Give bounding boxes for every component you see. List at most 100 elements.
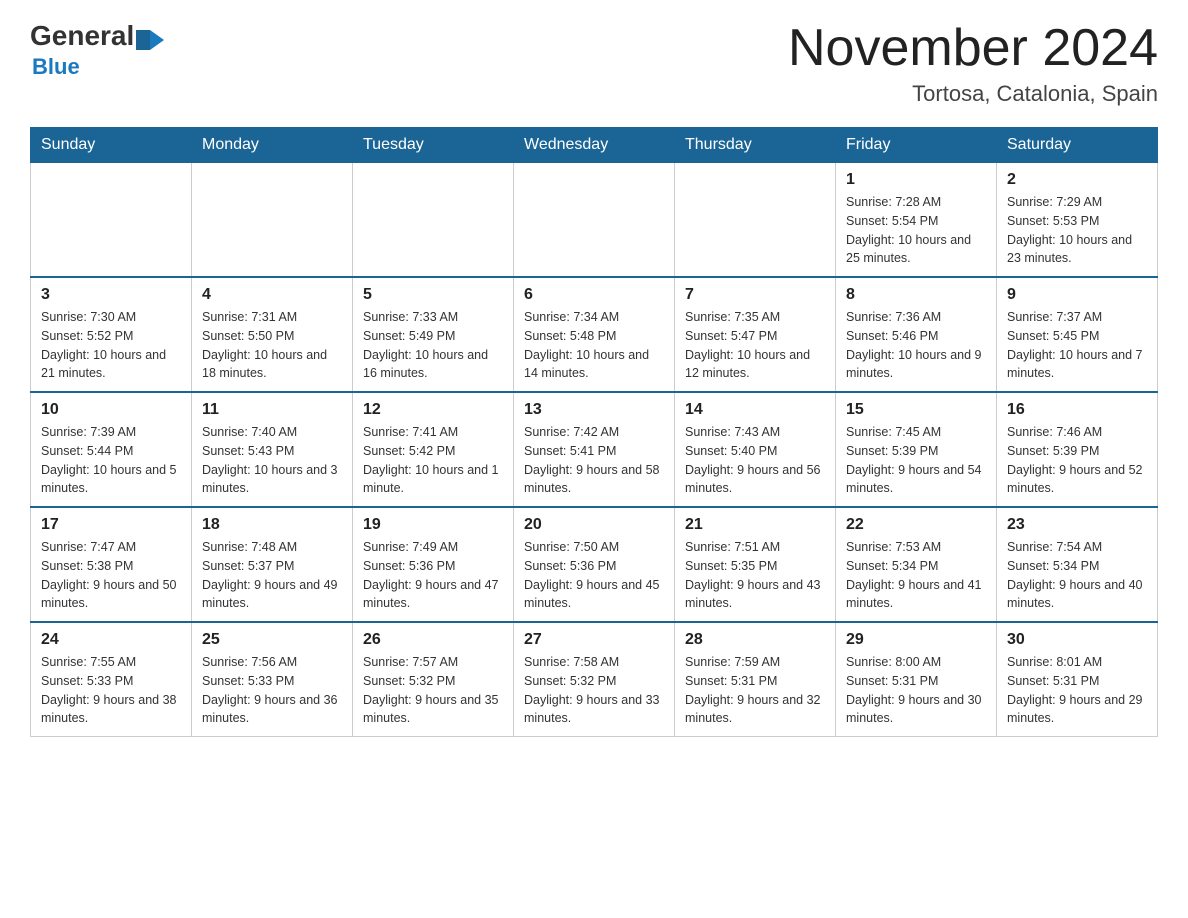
day-info: Sunrise: 7:30 AM Sunset: 5:52 PM Dayligh… — [41, 308, 181, 383]
calendar-cell: 28 Sunrise: 7:59 AM Sunset: 5:31 PM Dayli… — [675, 622, 836, 737]
calendar-cell — [675, 163, 836, 278]
day-of-week-header: Monday — [192, 128, 353, 163]
day-info: Sunrise: 7:46 AM Sunset: 5:39 PM Dayligh… — [1007, 423, 1147, 498]
day-number: 18 — [202, 516, 342, 534]
day-number: 9 — [1007, 286, 1147, 304]
calendar-cell: 15Sunrise: 7:45 AM Sunset: 5:39 PM Dayli… — [836, 392, 997, 507]
day-info: Sunrise: 7:54 AM Sunset: 5:34 PM Dayligh… — [1007, 538, 1147, 613]
day-number: 22 — [846, 516, 986, 534]
day-info: Sunrise: 7:39 AM Sunset: 5:44 PM Dayligh… — [41, 423, 181, 498]
calendar-cell: 21 Sunrise: 7:51 AM Sunset: 5:35 PM Dayli… — [675, 507, 836, 622]
calendar-cell: 18 Sunrise: 7:48 AM Sunset: 5:37 PM Dayli… — [192, 507, 353, 622]
day-info: Sunrise: 7:57 AM Sunset: 5:32 PM Dayligh… — [363, 653, 503, 728]
calendar-cell: 19 Sunrise: 7:49 AM Sunset: 5:36 PM Dayli… — [353, 507, 514, 622]
day-number: 14 — [685, 401, 825, 419]
day-of-week-header: Wednesday — [514, 128, 675, 163]
day-info: Sunrise: 7:43 AM Sunset: 5:40 PM Dayligh… — [685, 423, 825, 498]
day-of-week-header: Tuesday — [353, 128, 514, 163]
calendar-week-row: 24Sunrise: 7:55 AM Sunset: 5:33 PM Dayli… — [31, 622, 1158, 737]
calendar-cell: 25Sunrise: 7:56 AM Sunset: 5:33 PM Dayli… — [192, 622, 353, 737]
calendar-week-row: 1 Sunrise: 7:28 AM Sunset: 5:54 PM Daylig… — [31, 163, 1158, 278]
day-info: Sunrise: 7:42 AM Sunset: 5:41 PM Dayligh… — [524, 423, 664, 498]
day-info: Sunrise: 7:41 AM Sunset: 5:42 PM Dayligh… — [363, 423, 503, 498]
day-info: Sunrise: 7:49 AM Sunset: 5:36 PM Dayligh… — [363, 538, 503, 613]
calendar-cell: 12Sunrise: 7:41 AM Sunset: 5:42 PM Dayli… — [353, 392, 514, 507]
day-info: Sunrise: 7:34 AM Sunset: 5:48 PM Dayligh… — [524, 308, 664, 383]
calendar-cell: 11 Sunrise: 7:40 AM Sunset: 5:43 PM Dayli… — [192, 392, 353, 507]
day-info: Sunrise: 7:29 AM Sunset: 5:53 PM Dayligh… — [1007, 193, 1147, 268]
day-number: 1 — [846, 171, 986, 189]
day-number: 4 — [202, 286, 342, 304]
day-number: 3 — [41, 286, 181, 304]
day-info: Sunrise: 8:01 AM Sunset: 5:31 PM Dayligh… — [1007, 653, 1147, 728]
day-info: Sunrise: 7:51 AM Sunset: 5:35 PM Dayligh… — [685, 538, 825, 613]
day-number: 8 — [846, 286, 986, 304]
page-header: General Blue November 2024 Tortosa, Cata… — [30, 20, 1158, 107]
day-info: Sunrise: 7:47 AM Sunset: 5:38 PM Dayligh… — [41, 538, 181, 613]
day-info: Sunrise: 7:58 AM Sunset: 5:32 PM Dayligh… — [524, 653, 664, 728]
calendar-cell: 6 Sunrise: 7:34 AM Sunset: 5:48 PM Daylig… — [514, 277, 675, 392]
calendar-cell — [514, 163, 675, 278]
day-number: 11 — [202, 401, 342, 419]
day-info: Sunrise: 7:37 AM Sunset: 5:45 PM Dayligh… — [1007, 308, 1147, 383]
day-info: Sunrise: 7:33 AM Sunset: 5:49 PM Dayligh… — [363, 308, 503, 383]
calendar-cell: 3 Sunrise: 7:30 AM Sunset: 5:52 PM Daylig… — [31, 277, 192, 392]
day-info: Sunrise: 7:28 AM Sunset: 5:54 PM Dayligh… — [846, 193, 986, 268]
day-number: 28 — [685, 631, 825, 649]
calendar-cell: 9 Sunrise: 7:37 AM Sunset: 5:45 PM Daylig… — [997, 277, 1158, 392]
month-title: November 2024 — [788, 20, 1158, 77]
day-number: 29 — [846, 631, 986, 649]
day-info: Sunrise: 7:48 AM Sunset: 5:37 PM Dayligh… — [202, 538, 342, 613]
calendar-cell: 24Sunrise: 7:55 AM Sunset: 5:33 PM Dayli… — [31, 622, 192, 737]
day-number: 25 — [202, 631, 342, 649]
title-block: November 2024 Tortosa, Catalonia, Spain — [788, 20, 1158, 107]
location-text: Tortosa, Catalonia, Spain — [788, 81, 1158, 107]
calendar-cell: 14 Sunrise: 7:43 AM Sunset: 5:40 PM Dayli… — [675, 392, 836, 507]
day-number: 27 — [524, 631, 664, 649]
day-info: Sunrise: 7:40 AM Sunset: 5:43 PM Dayligh… — [202, 423, 342, 498]
logo: General Blue — [30, 20, 164, 80]
day-of-week-header: Sunday — [31, 128, 192, 163]
calendar-header-row: SundayMondayTuesdayWednesdayThursdayFrid… — [31, 128, 1158, 163]
day-info: Sunrise: 7:45 AM Sunset: 5:39 PM Dayligh… — [846, 423, 986, 498]
day-number: 17 — [41, 516, 181, 534]
day-info: Sunrise: 7:31 AM Sunset: 5:50 PM Dayligh… — [202, 308, 342, 383]
day-number: 30 — [1007, 631, 1147, 649]
calendar-cell: 2 Sunrise: 7:29 AM Sunset: 5:53 PM Daylig… — [997, 163, 1158, 278]
calendar-cell: 29 Sunrise: 8:00 AM Sunset: 5:31 PM Dayli… — [836, 622, 997, 737]
day-of-week-header: Saturday — [997, 128, 1158, 163]
calendar-cell: 22Sunrise: 7:53 AM Sunset: 5:34 PM Dayli… — [836, 507, 997, 622]
day-of-week-header: Thursday — [675, 128, 836, 163]
day-number: 6 — [524, 286, 664, 304]
calendar-cell: 23 Sunrise: 7:54 AM Sunset: 5:34 PM Dayli… — [997, 507, 1158, 622]
calendar-cell: 17 Sunrise: 7:47 AM Sunset: 5:38 PM Dayli… — [31, 507, 192, 622]
day-number: 23 — [1007, 516, 1147, 534]
day-number: 2 — [1007, 171, 1147, 189]
day-info: Sunrise: 7:59 AM Sunset: 5:31 PM Dayligh… — [685, 653, 825, 728]
day-number: 24 — [41, 631, 181, 649]
day-number: 10 — [41, 401, 181, 419]
day-number: 5 — [363, 286, 503, 304]
logo-general-text: General — [30, 20, 134, 52]
day-number: 13 — [524, 401, 664, 419]
calendar-cell: 27 Sunrise: 7:58 AM Sunset: 5:32 PM Dayli… — [514, 622, 675, 737]
day-number: 16 — [1007, 401, 1147, 419]
calendar-cell: 30 Sunrise: 8:01 AM Sunset: 5:31 PM Dayli… — [997, 622, 1158, 737]
day-number: 19 — [363, 516, 503, 534]
calendar-week-row: 3 Sunrise: 7:30 AM Sunset: 5:52 PM Daylig… — [31, 277, 1158, 392]
calendar-table: SundayMondayTuesdayWednesdayThursdayFrid… — [30, 127, 1158, 737]
day-info: Sunrise: 8:00 AM Sunset: 5:31 PM Dayligh… — [846, 653, 986, 728]
day-number: 26 — [363, 631, 503, 649]
calendar-cell: 1 Sunrise: 7:28 AM Sunset: 5:54 PM Daylig… — [836, 163, 997, 278]
calendar-cell — [31, 163, 192, 278]
calendar-cell: 4 Sunrise: 7:31 AM Sunset: 5:50 PM Daylig… — [192, 277, 353, 392]
calendar-cell: 10 Sunrise: 7:39 AM Sunset: 5:44 PM Dayli… — [31, 392, 192, 507]
logo-flag-icon — [136, 30, 164, 50]
calendar-cell: 7Sunrise: 7:35 AM Sunset: 5:47 PM Daylig… — [675, 277, 836, 392]
day-number: 7 — [685, 286, 825, 304]
calendar-cell: 20Sunrise: 7:50 AM Sunset: 5:36 PM Dayli… — [514, 507, 675, 622]
calendar-cell: 5 Sunrise: 7:33 AM Sunset: 5:49 PM Daylig… — [353, 277, 514, 392]
calendar-cell: 16 Sunrise: 7:46 AM Sunset: 5:39 PM Dayli… — [997, 392, 1158, 507]
calendar-cell: 13 Sunrise: 7:42 AM Sunset: 5:41 PM Dayli… — [514, 392, 675, 507]
day-number: 21 — [685, 516, 825, 534]
